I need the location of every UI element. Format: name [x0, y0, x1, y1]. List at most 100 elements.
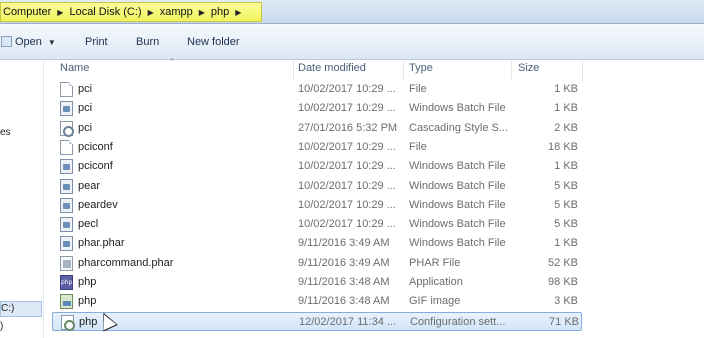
file-name: phar.phar: [78, 237, 125, 250]
file-date-modified: 10/02/2017 10:29 ...: [298, 198, 396, 211]
file-name: pharcommand.phar: [78, 256, 174, 269]
open-button[interactable]: Open ▼: [15, 36, 56, 48]
file-row[interactable]: pci 10/02/2017 10:29 ... Windows Batch Fil…: [52, 99, 582, 118]
sort-ascending-icon: ^: [170, 57, 174, 66]
file-size: 1 KB: [554, 102, 578, 115]
file-type: Application: [409, 276, 463, 288]
breadcrumb-separator-icon[interactable]: ▶: [235, 8, 241, 17]
nav-item-libraries[interactable]: es: [0, 127, 11, 138]
file-date-modified: 10/02/2017 10:29 ...: [298, 179, 396, 192]
breadcrumb-separator-icon[interactable]: ▶: [57, 8, 63, 17]
breadcrumb-xampp[interactable]: xampp: [160, 6, 193, 18]
file-type: Windows Batch File: [409, 160, 506, 173]
file-size: 98 KB: [548, 276, 578, 288]
file-date-modified: 9/11/2016 3:49 AM: [298, 256, 390, 269]
batch-file-icon: [60, 197, 73, 213]
chevron-down-icon[interactable]: ▼: [48, 38, 56, 47]
file-name: pci: [78, 121, 93, 134]
file-row[interactable]: pciconf 10/02/2017 10:29 ... File 18 KB: [52, 138, 582, 157]
batch-file-icon: [60, 178, 73, 194]
file-size: 2 KB: [554, 121, 578, 134]
file-type: Windows Batch File: [409, 198, 506, 211]
breadcrumb-local-disk[interactable]: Local Disk (C:): [69, 6, 141, 18]
file-date-modified: 27/01/2016 5:32 PM: [298, 121, 398, 134]
file-size: 3 KB: [554, 295, 578, 308]
file-type: Configuration sett...: [410, 315, 506, 328]
file-size: 5 KB: [554, 179, 578, 192]
file-row[interactable]: pecl 10/02/2017 10:29 ... Windows Batch Fi…: [52, 215, 582, 234]
file-size: 71 KB: [549, 315, 579, 328]
file-size: 5 KB: [554, 218, 578, 231]
column-divider[interactable]: [403, 61, 404, 81]
navigation-pane[interactable]: es C:) ): [0, 61, 44, 338]
file-row[interactable]: pci 10/02/2017 10:29 ... File 1 KB: [52, 80, 582, 99]
burn-button[interactable]: Burn: [136, 36, 159, 48]
column-header-size[interactable]: Size: [518, 62, 539, 80]
column-header-name[interactable]: Name: [60, 62, 89, 80]
css-file-icon: [60, 120, 74, 137]
file-date-modified: 12/02/2017 11:34 ...: [299, 315, 397, 328]
file-name: peardev: [78, 198, 118, 211]
print-button[interactable]: Print: [85, 36, 108, 48]
batch-file-icon: [60, 236, 73, 252]
file-name: php: [78, 276, 97, 288]
breadcrumb-separator-icon[interactable]: ▶: [199, 8, 205, 17]
address-bar[interactable]: Computer ▶ Local Disk (C:) ▶ xampp ▶ php…: [0, 0, 704, 24]
php-application-icon: [60, 275, 73, 290]
file-date-modified: 10/02/2017 10:29 ...: [298, 83, 396, 95]
batch-file-icon: [60, 217, 73, 233]
file-row[interactable]: peardev 10/02/2017 10:29 ... Windows Batch…: [52, 196, 582, 215]
file-date-modified: 10/02/2017 10:29 ...: [298, 160, 396, 173]
file-size: 5 KB: [554, 198, 578, 211]
column-divider[interactable]: [293, 61, 294, 81]
file-row[interactable]: phar.phar 9/11/2016 3:49 AM Windows Batch …: [52, 234, 582, 253]
column-header-date-modified[interactable]: Date modified: [298, 62, 366, 80]
config-file-icon: [61, 314, 75, 331]
file-name: pciconf: [78, 140, 113, 153]
breadcrumb[interactable]: Computer ▶ Local Disk (C:) ▶ xampp ▶ php…: [0, 2, 262, 22]
file-date-modified: 10/02/2017 10:29 ...: [298, 102, 396, 115]
nav-item-label: C:): [1, 303, 15, 314]
file-size: 52 KB: [548, 256, 578, 269]
file-type: GIF image: [409, 295, 461, 308]
file-name: pci: [78, 102, 93, 115]
file-type: Cascading Style S...: [409, 121, 509, 134]
column-header-type[interactable]: Type: [409, 62, 433, 80]
file-type: PHAR File: [409, 256, 461, 269]
command-bar: Open ▼ Print Burn New folder: [0, 24, 704, 60]
file-size: 1 KB: [554, 83, 578, 95]
file-row[interactable]: pci 27/01/2016 5:32 PM Cascading Style S..…: [52, 119, 582, 138]
file-type: File: [409, 140, 427, 153]
nav-item-local-disk[interactable]: C:): [0, 301, 42, 317]
file-size: 1 KB: [554, 237, 578, 250]
nav-item-drive[interactable]: ): [0, 321, 3, 332]
file-type: Windows Batch File: [409, 179, 506, 192]
breadcrumb-php[interactable]: php: [211, 6, 229, 18]
file-row[interactable]: php 9/11/2016 3:48 AM Application 98 KB: [52, 273, 582, 292]
open-button-label: Open: [15, 36, 42, 48]
file-type: Windows Batch File: [409, 237, 506, 250]
file-row[interactable]: php 9/11/2016 3:48 AM GIF image 3 KB: [52, 292, 582, 311]
file-size: 18 KB: [548, 140, 578, 153]
file-date-modified: 9/11/2016 3:48 AM: [298, 276, 390, 288]
file-type: File: [409, 83, 427, 95]
file-row[interactable]: pharcommand.phar 9/11/2016 3:49 AM PHAR Fi…: [52, 254, 582, 273]
column-divider[interactable]: [511, 61, 512, 81]
gif-image-icon: [60, 294, 73, 310]
file-date-modified: 9/11/2016 3:49 AM: [298, 237, 390, 250]
file-type: Windows Batch File: [409, 218, 506, 231]
file-row[interactable]: php 12/02/2017 11:34 ... Configuration set…: [52, 311, 582, 331]
phar-file-icon: [60, 255, 73, 271]
new-folder-button[interactable]: New folder: [187, 36, 240, 48]
file-name: pecl: [78, 218, 99, 231]
file-name: pciconf: [78, 160, 113, 173]
breadcrumb-computer[interactable]: Computer: [3, 6, 51, 18]
file-icon: [60, 139, 73, 155]
file-row[interactable]: pciconf 10/02/2017 10:29 ... Windows Batch…: [52, 157, 582, 176]
file-row[interactable]: pear 10/02/2017 10:29 ... Windows Batch Fi…: [52, 177, 582, 196]
file-type: Windows Batch File: [409, 102, 506, 115]
breadcrumb-separator-icon[interactable]: ▶: [148, 8, 154, 17]
file-name: php: [78, 295, 97, 308]
file-date-modified: 9/11/2016 3:48 AM: [298, 295, 390, 308]
column-divider[interactable]: [582, 61, 583, 81]
